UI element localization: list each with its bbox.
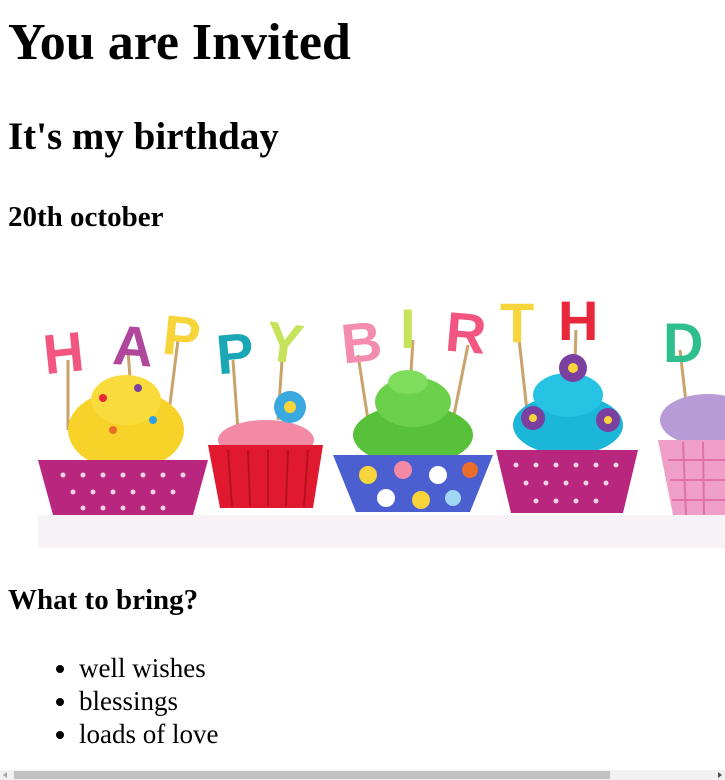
scroll-right-arrow-icon[interactable] [713,770,725,780]
page-title: You are Invited [8,14,351,71]
event-date: 20th october [8,201,164,233]
candle-letter-i: I [400,297,416,360]
page-subtitle: It's my birthday [8,115,279,158]
horizontal-scrollbar[interactable] [0,770,725,780]
list-item: loads of love [79,718,218,751]
page-content: You are Invited It's my birthday 20th oc… [0,0,725,770]
candle-letter-h: H [40,319,87,386]
scroll-left-arrow-icon[interactable] [0,770,12,780]
bring-heading: What to bring? [8,584,199,616]
list-item: well wishes [79,652,218,685]
candle-letter-t: T [500,291,534,354]
scrollbar-thumb[interactable] [14,771,610,779]
candle-letter-p1: P [160,303,204,370]
candle-letter-d: D [663,311,703,374]
candle-letter-a: A [111,313,156,379]
candle-letter-r: R [443,300,489,366]
candle-letter-h2: H [558,289,598,352]
bring-list: well wishes blessings loads of love [0,652,218,751]
birthday-cupcakes-image: H A P P Y B I R T H D [8,270,725,548]
list-item: blessings [79,685,218,718]
candle-letter-p2: P [214,320,257,386]
candle-letter-b: B [338,309,385,376]
